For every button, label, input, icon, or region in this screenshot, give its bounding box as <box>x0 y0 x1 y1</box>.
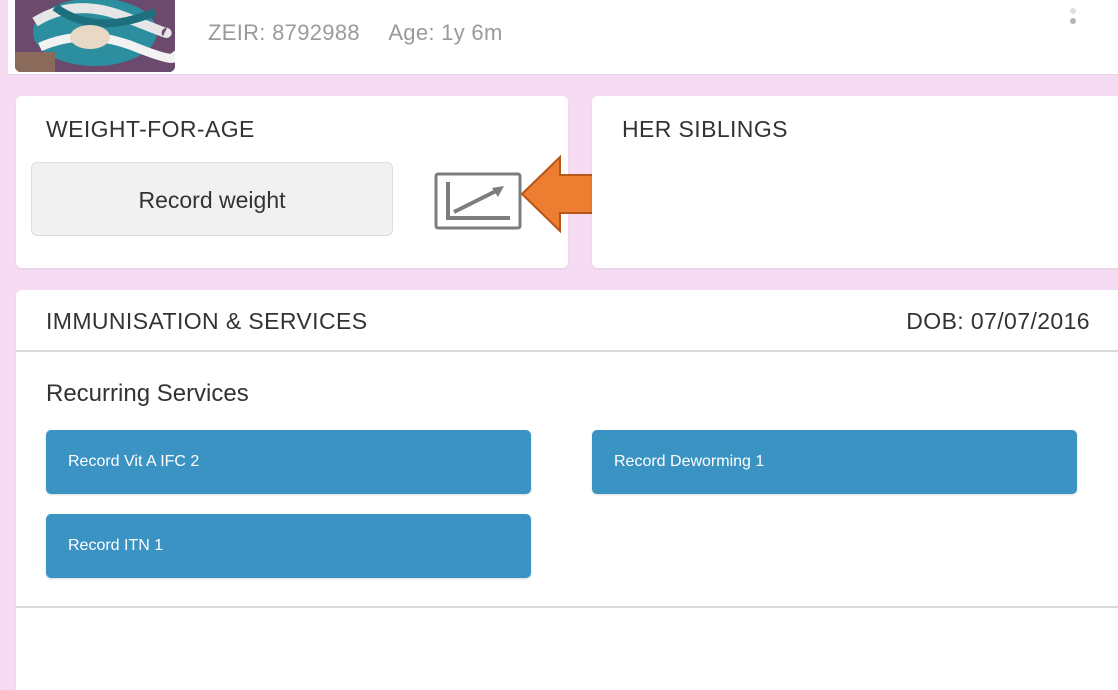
record-itn-button[interactable]: Record ITN 1 <box>46 514 531 578</box>
overflow-menu-icon[interactable] <box>1068 8 1078 38</box>
immunisation-title: IMMUNISATION & SERVICES <box>46 308 368 334</box>
immunisation-card: IMMUNISATION & SERVICES DOB: 07/07/2016 … <box>16 290 1118 690</box>
immunisation-header: IMMUNISATION & SERVICES DOB: 07/07/2016 <box>16 290 1118 352</box>
record-vit-a-button[interactable]: Record Vit A IFC 2 <box>46 430 531 494</box>
zeir-id: ZEIR: 8792988 <box>208 20 360 45</box>
weight-for-age-card: WEIGHT-FOR-AGE Record weight <box>16 96 568 268</box>
date-of-birth: DOB: 07/07/2016 <box>906 308 1090 334</box>
siblings-card-title: HER SIBLINGS <box>622 116 788 142</box>
child-avatar <box>15 0 175 72</box>
child-meta: ZEIR: 8792988 Age: 1y 6m <box>208 20 503 46</box>
record-weight-button[interactable]: Record weight <box>31 162 393 236</box>
recurring-services-label: Recurring Services <box>46 380 249 407</box>
record-deworming-button[interactable]: Record Deworming 1 <box>592 430 1077 494</box>
section-divider <box>16 606 1118 608</box>
growth-chart-icon[interactable] <box>434 172 522 230</box>
weight-card-title: WEIGHT-FOR-AGE <box>46 116 255 142</box>
siblings-card: HER SIBLINGS <box>592 96 1118 268</box>
child-age: Age: 1y 6m <box>388 20 503 45</box>
child-profile-header: ZEIR: 8792988 Age: 1y 6m <box>8 0 1118 75</box>
